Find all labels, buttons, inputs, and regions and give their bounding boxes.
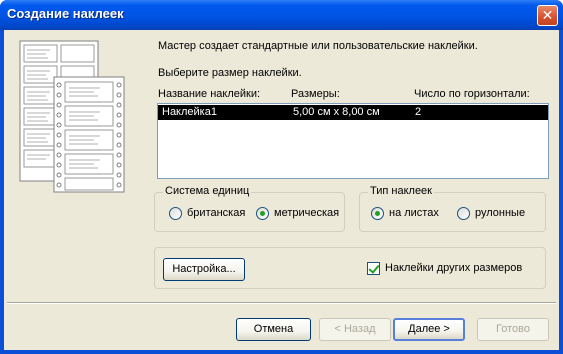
radio-imperial[interactable] — [169, 207, 182, 220]
radio-roll[interactable] — [457, 207, 470, 220]
close-icon[interactable]: ✕ — [537, 5, 558, 26]
row-size: 5,00 см x 8,00 см — [293, 106, 380, 118]
radio-roll-label[interactable]: рулонные — [475, 207, 525, 219]
next-button[interactable]: Далее > — [393, 318, 465, 341]
units-group: Система единиц британская метрическая — [154, 185, 345, 232]
intro-text: Мастер создает стандартные или пользоват… — [158, 40, 478, 52]
separator — [7, 302, 556, 304]
window-title: Создание наклеек — [7, 6, 124, 21]
dialog-body: Мастер создает стандартные или пользоват… — [4, 30, 559, 350]
other-sizes-label[interactable]: Наклейки других размеров — [385, 262, 522, 274]
title-bar[interactable]: Создание наклеек ✕ — [0, 0, 563, 30]
radio-sheet-label[interactable]: на листах — [389, 207, 439, 219]
radio-sheet[interactable] — [371, 207, 384, 220]
label-wizard-window: Создание наклеек ✕ Мастер создает станда… — [0, 0, 563, 354]
radio-metric-label[interactable]: метрическая — [274, 207, 339, 219]
customize-group: Настройка... Наклейки других размеров — [154, 247, 546, 289]
column-header-count: Число по горизонтали: — [414, 88, 530, 100]
column-header-name: Название наклейки: — [158, 88, 261, 100]
column-header-size: Размеры: — [291, 88, 340, 100]
back-button[interactable]: < Назад — [319, 318, 391, 341]
label-type-group-label: Тип наклеек — [368, 185, 434, 197]
units-group-label: Система единиц — [163, 185, 252, 197]
label-sheets-illustration-icon — [19, 40, 125, 193]
customize-button[interactable]: Настройка... — [163, 258, 245, 281]
radio-metric[interactable] — [256, 207, 269, 220]
label-size-list[interactable]: Наклейка1 5,00 см x 8,00 см 2 — [157, 103, 549, 179]
row-name: Наклейка1 — [162, 106, 217, 118]
list-row-selected[interactable]: Наклейка1 5,00 см x 8,00 см 2 — [158, 105, 548, 120]
cancel-button[interactable]: Отмена — [236, 318, 311, 341]
row-count: 2 — [415, 106, 422, 118]
other-sizes-checkbox[interactable] — [367, 262, 380, 275]
label-type-group: Тип наклеек на листах рулонные — [359, 185, 546, 232]
finish-button[interactable]: Готово — [477, 318, 549, 341]
radio-imperial-label[interactable]: британская — [187, 207, 245, 219]
choose-size-text: Выберите размер наклейки. — [158, 67, 302, 79]
